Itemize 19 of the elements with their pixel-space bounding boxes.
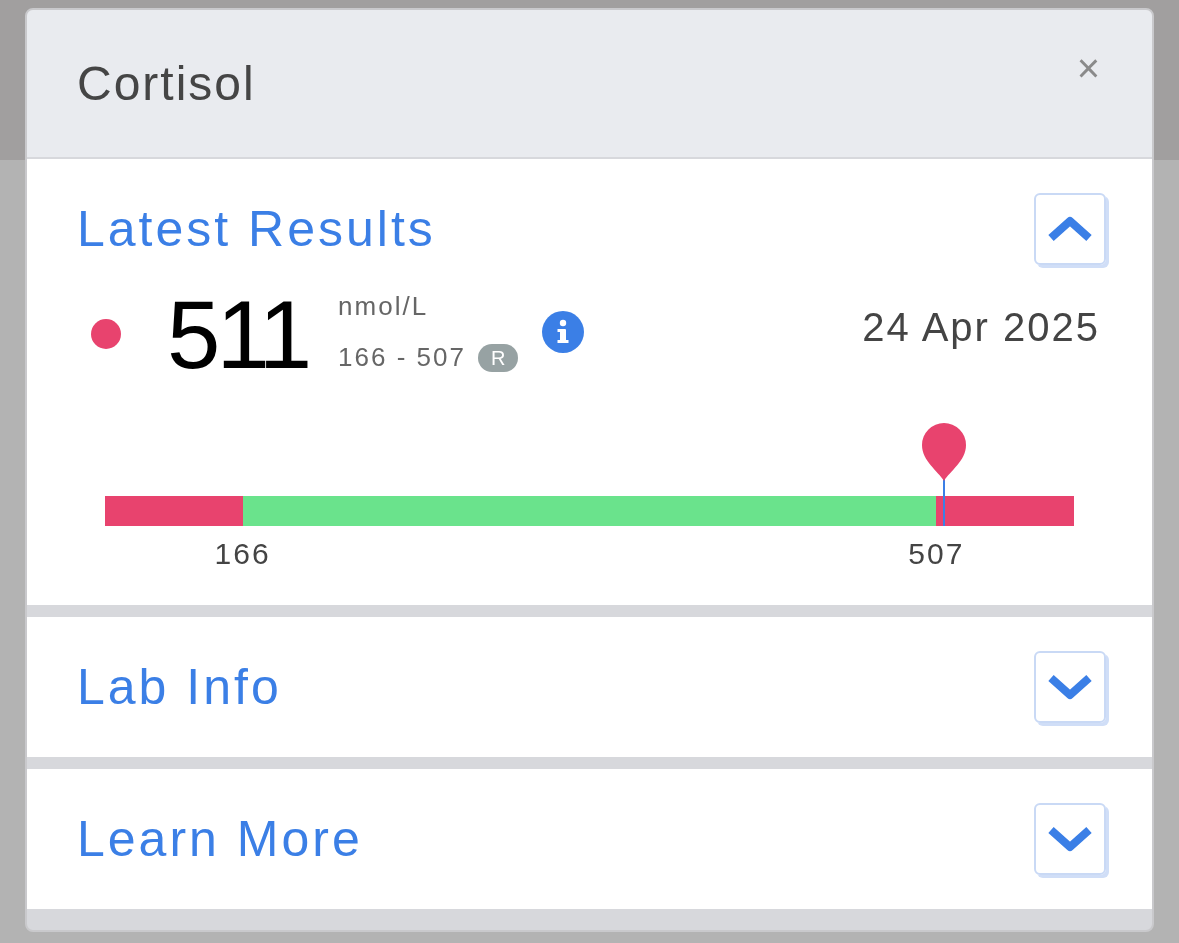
unit-label: nmol/L (338, 290, 430, 323)
info-icon[interactable] (542, 311, 585, 353)
collapse-button[interactable] (1034, 193, 1106, 265)
expand-button[interactable] (1034, 651, 1106, 723)
dialog-title: Cortisol (77, 60, 256, 108)
chevron-up-icon (1047, 216, 1093, 242)
result-value: 511 (167, 287, 309, 383)
range-label: 507 (908, 536, 965, 572)
chevron-down-icon (1047, 826, 1093, 852)
reference-range: 166 - 507 (338, 341, 466, 374)
section-title: Learn More (77, 814, 363, 864)
range-label: 166 (214, 536, 271, 572)
expand-button[interactable] (1034, 803, 1106, 875)
chevron-down-icon (1047, 674, 1093, 700)
close-button[interactable]: × (1076, 48, 1100, 88)
section-title: Latest Results (77, 204, 436, 254)
range-badge: R (477, 343, 519, 372)
result-date: 24 Apr 2025 (862, 304, 1100, 351)
section-title: Lab Info (77, 662, 282, 712)
